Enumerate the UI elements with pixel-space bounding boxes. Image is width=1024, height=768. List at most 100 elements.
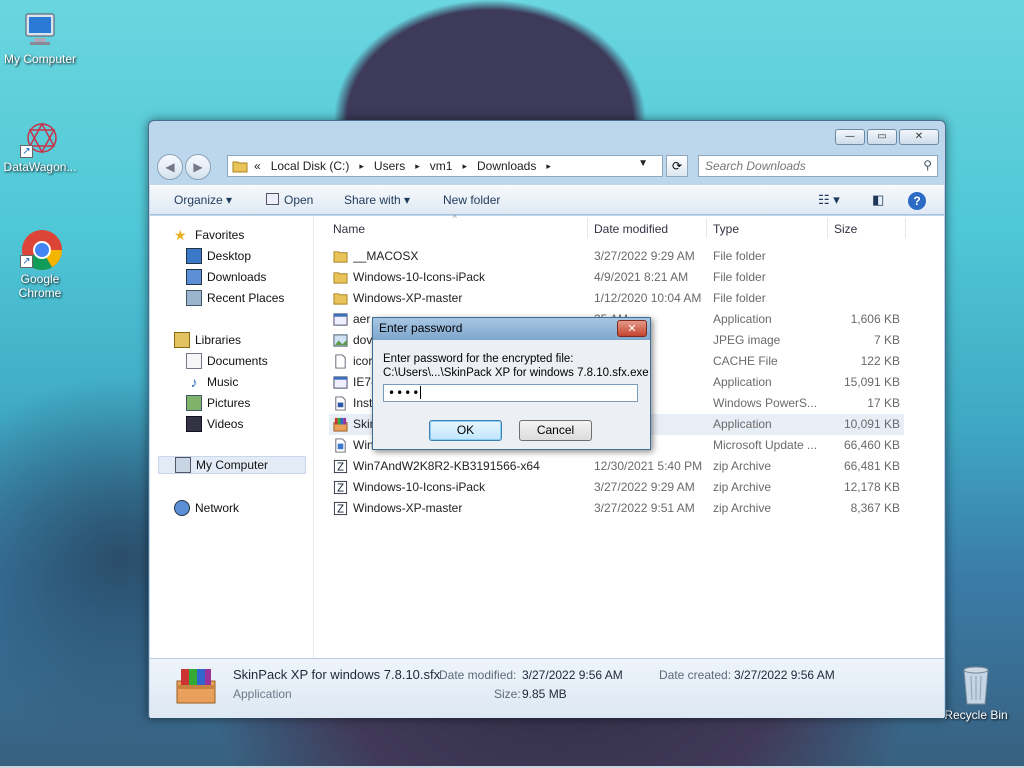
file-row[interactable]: Windows-XP-master 1/12/2020 10:04 AM File … bbox=[329, 288, 904, 309]
star-icon: ★ bbox=[174, 227, 187, 243]
file-row[interactable]: __MACOSX 3/27/2022 9:29 AM File folder bbox=[329, 246, 904, 267]
new-folder-button[interactable]: New folder bbox=[443, 193, 500, 207]
file-type: Microsoft Update ... bbox=[713, 438, 818, 452]
back-button[interactable]: ◀ bbox=[157, 154, 183, 180]
open-icon bbox=[266, 193, 279, 205]
file-size: 10,091 KB bbox=[843, 417, 900, 431]
file-row[interactable]: Z Windows-10-Icons-iPack 3/27/2022 9:29 AM… bbox=[329, 477, 904, 498]
desktop-icon-recycle-bin[interactable]: Recycle Bin bbox=[944, 662, 1008, 722]
breadcrumb-sep[interactable]: ▸ bbox=[359, 161, 364, 172]
nav-music[interactable]: ♪ Music bbox=[186, 373, 239, 391]
dialog-titlebar[interactable]: Enter password ✕ bbox=[373, 318, 650, 340]
organize-button[interactable]: Organize ▾ bbox=[174, 193, 232, 207]
recent-places-icon bbox=[186, 290, 202, 306]
preview-pane-icon[interactable]: ◧ bbox=[872, 192, 884, 208]
desktop-icon-chrome[interactable]: ↗ Google Chrome bbox=[0, 228, 80, 300]
details-date-modified-label: Date modified: bbox=[439, 668, 517, 682]
folder-icon bbox=[333, 270, 348, 285]
nav-recent-places[interactable]: Recent Places bbox=[186, 289, 284, 307]
script-file-icon bbox=[333, 396, 348, 411]
nav-downloads[interactable]: Downloads bbox=[186, 268, 266, 286]
open-label: Open bbox=[284, 193, 314, 207]
zip-archive-icon: Z bbox=[333, 480, 348, 495]
open-button[interactable]: Open bbox=[266, 193, 313, 207]
ok-button[interactable]: OK bbox=[429, 420, 502, 441]
breadcrumb-vm1[interactable]: vm1 bbox=[430, 159, 453, 173]
file-type: Windows PowerS... bbox=[713, 396, 818, 410]
file-size: 122 KB bbox=[860, 354, 900, 368]
nav-pictures[interactable]: Pictures bbox=[186, 394, 250, 412]
column-headers: Name ^ Date modified Type Size bbox=[315, 214, 908, 240]
address-bar[interactable]: « Local Disk (C:) ▸ Users ▸ vm1 ▸ Downlo… bbox=[227, 155, 663, 177]
nav-label: Favorites bbox=[195, 228, 245, 242]
close-button[interactable]: ✕ bbox=[899, 129, 939, 145]
file-name: Windows-XP-master bbox=[353, 501, 463, 515]
file-row[interactable]: Z Windows-XP-master 3/27/2022 9:51 AM zip A… bbox=[329, 498, 904, 519]
file-row[interactable]: Windows-10-Icons-iPack 4/9/2021 8:21 AM Fi… bbox=[329, 267, 904, 288]
file-size: 12,178 KB bbox=[843, 480, 900, 494]
chevron-down-icon[interactable]: ▼ bbox=[638, 158, 648, 169]
column-divider[interactable] bbox=[827, 218, 828, 238]
breadcrumb-downloads[interactable]: Downloads bbox=[477, 159, 536, 173]
my-computer-icon bbox=[175, 457, 191, 473]
column-name[interactable]: Name bbox=[333, 222, 365, 236]
password-input[interactable]: •••• bbox=[383, 384, 638, 402]
nav-documents[interactable]: Documents bbox=[186, 352, 268, 370]
file-date-modified: 12/30/2021 5:40 PM bbox=[594, 459, 703, 473]
nav-network[interactable]: Network bbox=[174, 499, 239, 517]
details-filetype: Application bbox=[233, 687, 292, 701]
file-type: zip Archive bbox=[713, 480, 772, 494]
minimize-button[interactable]: — bbox=[835, 129, 865, 145]
nav-favorites[interactable]: ★ Favorites bbox=[174, 226, 244, 244]
file-size: 1,606 KB bbox=[850, 312, 900, 326]
svg-text:Z: Z bbox=[337, 461, 344, 473]
file-date-modified: 4/9/2021 8:21 AM bbox=[594, 270, 689, 284]
documents-icon bbox=[186, 353, 202, 369]
details-date-modified: 3/27/2022 9:56 AM bbox=[522, 668, 623, 682]
address-row: ◀ ▶ « Local Disk (C:) ▸ Users ▸ vm1 ▸ Do… bbox=[157, 153, 938, 180]
breadcrumb-sep[interactable]: ▸ bbox=[462, 161, 467, 172]
nav-libraries[interactable]: Libraries bbox=[174, 331, 241, 349]
file-name: Windows-XP-master bbox=[353, 291, 463, 305]
column-date-modified[interactable]: Date modified bbox=[594, 222, 668, 236]
search-icon: ⚲ bbox=[923, 158, 932, 172]
forward-button[interactable]: ▶ bbox=[185, 154, 211, 180]
details-date-created-label: Date created: bbox=[659, 668, 732, 682]
file-type: Application bbox=[713, 417, 772, 431]
breadcrumb-users[interactable]: Users bbox=[374, 159, 405, 173]
dialog-title: Enter password bbox=[379, 321, 463, 335]
view-options-icon[interactable]: ☷ ▾ bbox=[818, 192, 840, 208]
dialog-prompt: Enter password for the encrypted file: bbox=[383, 353, 574, 365]
column-divider[interactable] bbox=[587, 218, 588, 238]
application-icon bbox=[333, 375, 348, 390]
share-with-button[interactable]: Share with ▾ bbox=[344, 193, 410, 207]
password-dialog: Enter password ✕ Enter password for the … bbox=[372, 317, 651, 450]
breadcrumb-sep[interactable]: ▸ bbox=[415, 161, 420, 172]
file-name: Windows-10-Icons-iPack bbox=[353, 270, 486, 284]
column-type[interactable]: Type bbox=[713, 222, 739, 236]
details-date-created: 3/27/2022 9:56 AM bbox=[734, 668, 835, 682]
nav-videos[interactable]: Videos bbox=[186, 415, 243, 433]
dialog-close-button[interactable]: ✕ bbox=[617, 320, 647, 337]
column-divider[interactable] bbox=[706, 218, 707, 238]
desktop-icon-my-computer[interactable]: My Computer bbox=[0, 10, 80, 66]
column-divider[interactable] bbox=[905, 218, 906, 238]
breadcrumb-prefix[interactable]: « bbox=[254, 159, 261, 173]
help-icon[interactable]: ? bbox=[908, 192, 926, 210]
refresh-button[interactable]: ⟳ bbox=[666, 155, 688, 177]
cancel-button[interactable]: Cancel bbox=[519, 420, 592, 441]
column-size[interactable]: Size bbox=[834, 222, 857, 236]
nav-label: Recent Places bbox=[207, 291, 285, 305]
breadcrumb-sep[interactable]: ▸ bbox=[546, 161, 551, 172]
breadcrumb-local-disk[interactable]: Local Disk (C:) bbox=[271, 159, 350, 173]
maximize-button[interactable]: ▭ bbox=[867, 129, 897, 145]
nav-desktop[interactable]: Desktop bbox=[186, 247, 251, 265]
desktop-icon-datawagon[interactable]: ↗ DataWagon... bbox=[0, 118, 80, 174]
file-row[interactable]: Z Win7AndW2K8R2-KB3191566-x64 12/30/2021 5… bbox=[329, 456, 904, 477]
desktop-icon-label: Recycle Bin bbox=[944, 708, 1008, 722]
file-size: 7 KB bbox=[873, 333, 900, 347]
desktop-icon-label: Google Chrome bbox=[18, 272, 62, 300]
nav-my-computer[interactable]: My Computer bbox=[158, 456, 306, 474]
search-input[interactable]: Search Downloads ⚲ bbox=[698, 155, 938, 177]
archive-app-icon bbox=[175, 667, 217, 705]
